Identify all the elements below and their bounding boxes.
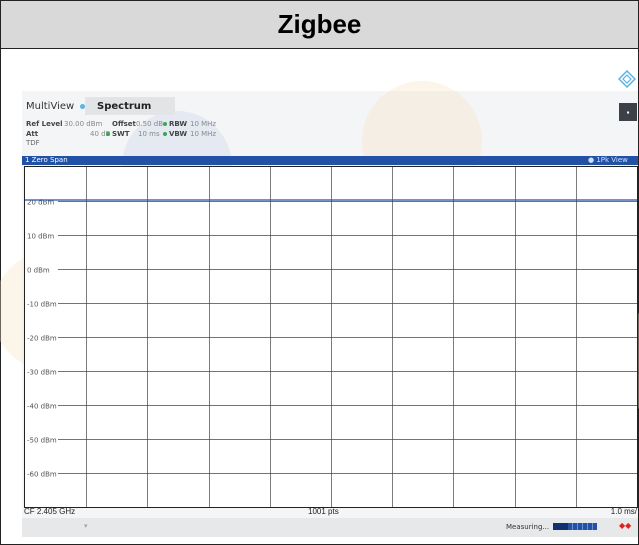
coupled-dot-icon xyxy=(163,132,167,136)
y-tick-label: -50 dBm xyxy=(27,437,57,445)
slide-frame: Zigbee MultiView Spectrum ▪ Ref Level 30… xyxy=(0,0,639,545)
params-row-2: Att 40 dB SWT 10 ms VBW 10 MHz xyxy=(26,129,626,139)
status-text: Measuring... xyxy=(506,523,550,531)
center-frequency: CF 2.405 GHz xyxy=(24,507,76,516)
tab-spectrum-label: Spectrum xyxy=(97,100,152,112)
vbw-label: VBW xyxy=(169,130,188,138)
plot-footer: CF 2.405 GHz 1001 pts 1.0 ms/ xyxy=(22,507,638,517)
sweep-points: 1001 pts xyxy=(308,507,339,516)
chevron-down-icon[interactable]: ▾ xyxy=(84,522,88,530)
tdf-label: TDF xyxy=(26,139,40,147)
window-title-bar[interactable]: 1 Zero Span ● 1Pk View xyxy=(22,156,638,165)
tab-spectrum[interactable]: Spectrum xyxy=(85,97,176,115)
trace-view-label: ● 1Pk View xyxy=(588,156,628,164)
zero-span-plot[interactable]: 20 dBm 10 dBm 0 dBm -10 dBm -20 dBm -30 dBm -4… xyxy=(24,166,638,508)
progress-fill xyxy=(553,523,569,530)
tab-multiview-label: MultiView xyxy=(26,100,75,112)
measuring-progress xyxy=(553,523,597,530)
signal-error-icon[interactable]: ◆◆ xyxy=(619,522,631,530)
offset-value: 0.50 dB xyxy=(136,120,164,128)
slide-header: Zigbee xyxy=(1,1,638,49)
ref-level-label: Ref Level xyxy=(26,120,63,128)
tab-bar: MultiView Spectrum ▪ xyxy=(22,97,638,121)
tab-multiview[interactable]: MultiView xyxy=(26,97,86,115)
y-tick-label: 0 dBm xyxy=(27,267,50,275)
y-tick-label: 10 dBm xyxy=(27,233,54,241)
y-tick-label: -30 dBm xyxy=(27,369,57,377)
time-per-division: 1.0 ms/ xyxy=(610,507,637,516)
slide-title: Zigbee xyxy=(277,9,362,39)
ref-level-value: 30.00 dBm xyxy=(64,120,103,128)
plot-svg: 20 dBm10 dBm0 dBm-10 dBm-20 dBm-30 dBm-4… xyxy=(25,167,637,507)
offset-label: Offset xyxy=(112,120,136,128)
y-tick-label: -40 dBm xyxy=(27,403,57,411)
rs-logo-icon xyxy=(618,70,636,88)
coupled-dot-icon xyxy=(106,132,110,136)
analyzer-screen: MultiView Spectrum ▪ Ref Level 30.00 dBm… xyxy=(0,81,639,537)
y-tick-label: -60 dBm xyxy=(27,471,57,479)
y-tick-label: -10 dBm xyxy=(27,301,57,309)
att-label: Att xyxy=(26,130,39,138)
trace-view-text: 1Pk View xyxy=(596,156,628,164)
vbw-value: 10 MHz xyxy=(190,130,217,138)
params-row-1: Ref Level 30.00 dBm Offset 0.50 dB RBW 1… xyxy=(26,119,626,129)
swt-label: SWT xyxy=(112,130,130,138)
coupled-dot-icon xyxy=(163,122,167,126)
measurement-params: Ref Level 30.00 dBm Offset 0.50 dB RBW 1… xyxy=(26,119,626,139)
swt-value: 10 ms xyxy=(138,130,160,138)
rbw-label: RBW xyxy=(169,120,188,128)
rbw-value: 10 MHz xyxy=(190,120,217,128)
trace-dot-icon: ● xyxy=(588,156,595,164)
window-title: 1 Zero Span xyxy=(25,156,68,164)
menu-dot-icon: ▪ xyxy=(626,107,630,117)
status-bar: ▾ Measuring... ◆◆ xyxy=(22,518,638,537)
y-tick-label: -20 dBm xyxy=(27,335,57,343)
